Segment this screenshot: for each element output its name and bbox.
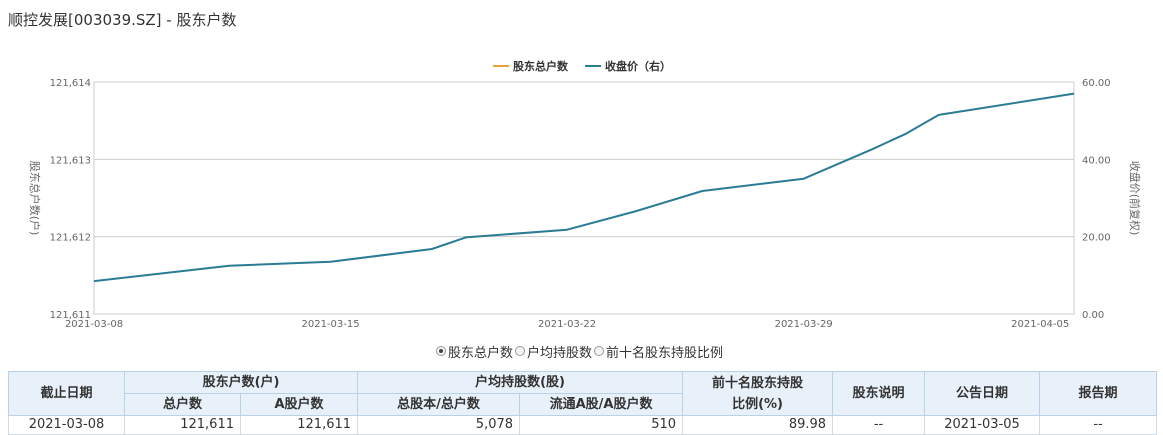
header-top10-line1: 前十名股东持股 [712, 375, 804, 391]
table-row: 2021-03-08 121,611 121,611 5,078 510 89.… [8, 415, 1158, 435]
plot-frame [93, 81, 1075, 315]
radio-indicator [515, 346, 526, 356]
cell-announce-date: 2021-03-05 [924, 415, 1041, 435]
x-tick-label: 2021-04-05 [1011, 319, 1069, 330]
y-right-tick-label: 20.00 [1082, 233, 1111, 244]
y-right-axis-title: 收盘价(前复权) [1128, 161, 1142, 236]
radio-label: 前十名股东持股比例 [606, 345, 724, 361]
holders-table: 截止日期 股东户数(户) 户均持股数(股) 前十名股东持股 比例(%) 股东说明… [8, 371, 1158, 435]
y-right-tick-label: 60.00 [1082, 78, 1111, 89]
cell-date: 2021-03-08 [8, 415, 125, 435]
y-left-tick-label: 121,613 [50, 155, 91, 166]
radio-option-total-holders[interactable]: 股东总户数 [436, 342, 513, 361]
x-tick-label: 2021-03-08 [65, 319, 123, 330]
radio-label: 户均持股数 [527, 345, 593, 361]
cell-report-period: -- [1039, 415, 1158, 435]
header-total-holders: 总户数 [124, 393, 241, 416]
x-tick-label: 2021-03-29 [775, 319, 833, 330]
cell-note: -- [832, 415, 926, 435]
header-report-period: 报告期 [1039, 371, 1158, 416]
header-a-holders: A股户数 [239, 393, 359, 416]
radio-indicator [594, 346, 605, 356]
header-avg-float: 流通A股/A股户数 [519, 393, 684, 416]
y-left-axis-title: 股东总户数(户) [28, 161, 42, 236]
cell-total-holders: 121,611 [124, 415, 241, 435]
cell-a-holders: 121,611 [239, 415, 359, 435]
header-note: 股东说明 [832, 371, 926, 416]
y-left-tick-label: 121,614 [50, 78, 91, 89]
radio-option-avg-shares[interactable]: 户均持股数 [515, 342, 592, 361]
cell-avg-total: 5,078 [357, 415, 521, 435]
radio-indicator [436, 346, 446, 356]
legend-holders-label: 股东总户数 [513, 59, 569, 73]
header-avg-total: 总股本/总户数 [357, 393, 521, 416]
header-avg-group: 户均持股数(股) [357, 371, 684, 394]
close-price-line [93, 92, 1075, 283]
x-tick-label: 2021-03-22 [538, 319, 596, 330]
cell-top10-ratio: 89.98 [682, 415, 834, 435]
holders-price-chart: 121,611121,612121,613121,6140.0020.0040.… [28, 59, 1142, 330]
header-top10: 前十名股东持股 比例(%) [682, 371, 834, 416]
header-date: 截止日期 [8, 371, 125, 416]
header-announce-date: 公告日期 [924, 371, 1041, 416]
y-right-tick-label: 40.00 [1082, 155, 1111, 166]
metric-radio-group: 股东总户数 户均持股数 前十名股东持股比例 [436, 342, 725, 361]
y-left-tick-label: 121,612 [50, 233, 91, 244]
header-holders-group: 股东户数(户) [123, 371, 359, 394]
y-right-tick-label: 0.00 [1082, 310, 1104, 321]
radio-option-top10-ratio[interactable]: 前十名股东持股比例 [594, 342, 723, 361]
legend-close-price-label: 收盘价（右） [605, 59, 671, 73]
x-tick-label: 2021-03-15 [301, 319, 359, 330]
header-top10-line2: 比例(%) [732, 396, 783, 412]
radio-label: 股东总户数 [448, 345, 514, 361]
cell-avg-float: 510 [519, 415, 684, 435]
